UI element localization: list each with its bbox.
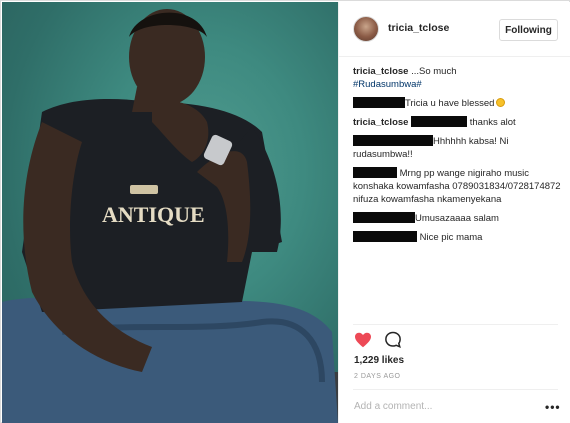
comment-item: tricia_tclose thanks alot — [353, 116, 561, 129]
shirt-print-text: ANTIQUE — [102, 202, 205, 227]
hashtag-link[interactable]: #Rudasumbwa# — [353, 79, 422, 90]
post-header: tricia_tclose Following — [339, 2, 570, 57]
comments-list: tricia_tclose ...So much #Rudasumbwa# Tr… — [353, 65, 561, 250]
more-options-icon[interactable]: ••• — [545, 400, 561, 414]
comment-item: Tricia u have blessed — [353, 97, 561, 110]
divider — [353, 389, 558, 390]
header-username[interactable]: tricia_tclose — [388, 22, 449, 34]
comment-text: Tricia u have blessed — [405, 98, 495, 109]
comment-text: Umusazaaaa salam — [415, 213, 499, 224]
comment-text: ...So much — [408, 66, 457, 77]
comment-text: Nice pic mama — [419, 232, 483, 243]
comment-item: Umusazaaaa salam — [353, 212, 561, 225]
redacted-username — [353, 167, 397, 178]
following-button[interactable]: Following — [499, 19, 558, 41]
person-photo-illustration: ANTIQUE — [2, 9, 338, 423]
redacted-username — [353, 231, 417, 242]
divider — [353, 324, 558, 325]
instagram-post: ANTIQUE tricia_tclose Following tricia_t… — [0, 0, 570, 423]
comment-author[interactable]: tricia_tclose — [353, 117, 408, 128]
heart-icon[interactable] — [354, 332, 372, 348]
post-photo[interactable]: ANTIQUE — [2, 2, 338, 423]
redacted-username — [411, 116, 468, 127]
avatar[interactable] — [353, 16, 379, 42]
likes-count[interactable]: 1,229 likes — [354, 355, 404, 366]
add-comment-input[interactable]: Add a comment... — [354, 401, 432, 412]
redacted-username — [353, 212, 415, 223]
comment-item: Hhhhhh kabsa! Ni rudasumbwa!! — [353, 135, 561, 161]
comment-author[interactable]: tricia_tclose — [353, 66, 408, 77]
redacted-username — [353, 135, 433, 146]
caption: tricia_tclose ...So much #Rudasumbwa# — [353, 65, 561, 91]
comment-item: Nice pic mama — [353, 231, 561, 244]
redacted-username — [353, 97, 405, 108]
post-side-panel: tricia_tclose Following tricia_tclose ..… — [338, 2, 570, 423]
comment-item: Mrng pp wange nigiraho music konshaka ko… — [353, 167, 561, 206]
comment-text: thanks alot — [467, 117, 516, 128]
post-timestamp: 2 DAYS AGO — [354, 373, 401, 380]
grinning-face-emoji-icon — [496, 98, 506, 107]
comment-icon[interactable] — [384, 331, 402, 349]
